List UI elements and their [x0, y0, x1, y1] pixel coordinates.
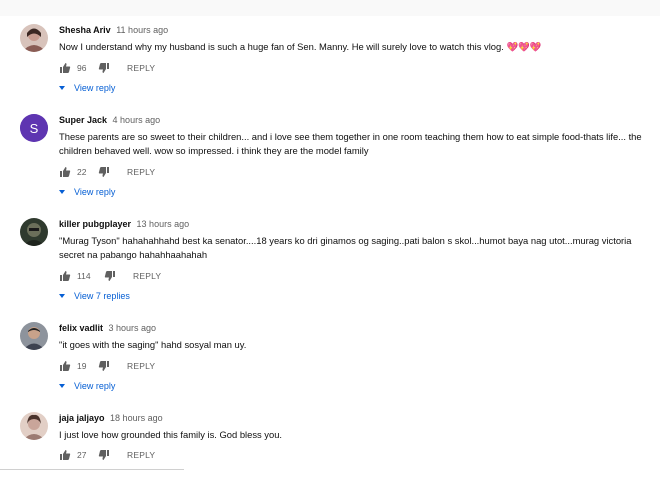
triangle-down-icon [59, 189, 65, 194]
thumbs-down-icon[interactable] [104, 269, 116, 283]
avatar-letter: S [30, 121, 39, 136]
comment-timestamp[interactable]: 3 hours ago [109, 323, 157, 333]
comment-timestamp[interactable]: 18 hours ago [110, 413, 163, 423]
thumbs-down-icon[interactable] [98, 61, 110, 75]
avatar[interactable]: S [20, 114, 48, 142]
comment-author[interactable]: felix vadlit [59, 323, 103, 333]
thumbs-down-icon[interactable] [98, 359, 110, 373]
like-count: 114 [77, 271, 91, 281]
comment-text: Now I understand why my husband is such … [59, 41, 542, 52]
triangle-down-icon [59, 383, 65, 388]
view-replies-label: View reply [74, 187, 116, 197]
thumbs-up-icon[interactable] [59, 269, 71, 283]
view-replies-label: View 7 replies [74, 291, 130, 301]
comment-author[interactable]: Super Jack [59, 115, 107, 125]
view-replies-button[interactable]: View reply [59, 186, 115, 198]
like-count: 96 [77, 63, 87, 73]
view-replies-button[interactable]: View reply [59, 82, 115, 94]
like-count: 19 [77, 361, 87, 371]
like-count: 22 [77, 167, 87, 177]
comment-author[interactable]: jaja jaljayo [59, 413, 105, 423]
reply-button[interactable]: REPLY [127, 448, 155, 462]
comment-timestamp[interactable]: 11 hours ago [116, 25, 168, 35]
comment-text: "Murag Tyson" hahahahhahd best ka senato… [59, 235, 632, 260]
like-count: 27 [77, 450, 87, 460]
view-replies-button[interactable]: View reply [59, 380, 115, 392]
comment-timestamp[interactable]: 13 hours ago [137, 219, 190, 229]
thumbs-up-icon[interactable] [59, 61, 71, 75]
avatar[interactable] [20, 24, 48, 52]
thumbs-up-icon[interactable] [59, 448, 71, 462]
reply-button[interactable]: REPLY [133, 269, 161, 283]
divider [0, 469, 184, 470]
view-replies-label: View reply [74, 83, 116, 93]
reply-button[interactable]: REPLY [127, 359, 155, 373]
thumbs-up-icon[interactable] [59, 359, 71, 373]
comment-timestamp[interactable]: 4 hours ago [113, 115, 161, 125]
reply-button[interactable]: REPLY [127, 165, 155, 179]
comment-text: These parents are so sweet to their chil… [59, 131, 642, 156]
comment-text: I just love how grounded this family is.… [59, 429, 283, 440]
thumbs-down-icon[interactable] [98, 165, 110, 179]
thumbs-down-icon[interactable] [98, 448, 110, 462]
avatar[interactable] [20, 322, 48, 350]
top-strip [0, 0, 660, 16]
triangle-down-icon [59, 293, 65, 298]
thumbs-up-icon[interactable] [59, 165, 71, 179]
comment-text: "it goes with the saging" hahd sosyal ma… [59, 339, 247, 350]
avatar[interactable] [20, 218, 48, 246]
comment-author[interactable]: Shesha Ariv [59, 25, 111, 35]
view-replies-button[interactable]: View 7 replies [59, 290, 130, 302]
avatar[interactable] [20, 412, 48, 440]
triangle-down-icon [59, 85, 65, 90]
reply-button[interactable]: REPLY [127, 61, 155, 75]
comment-author[interactable]: killer pubgplayer [59, 219, 131, 229]
view-replies-label: View reply [74, 381, 116, 391]
